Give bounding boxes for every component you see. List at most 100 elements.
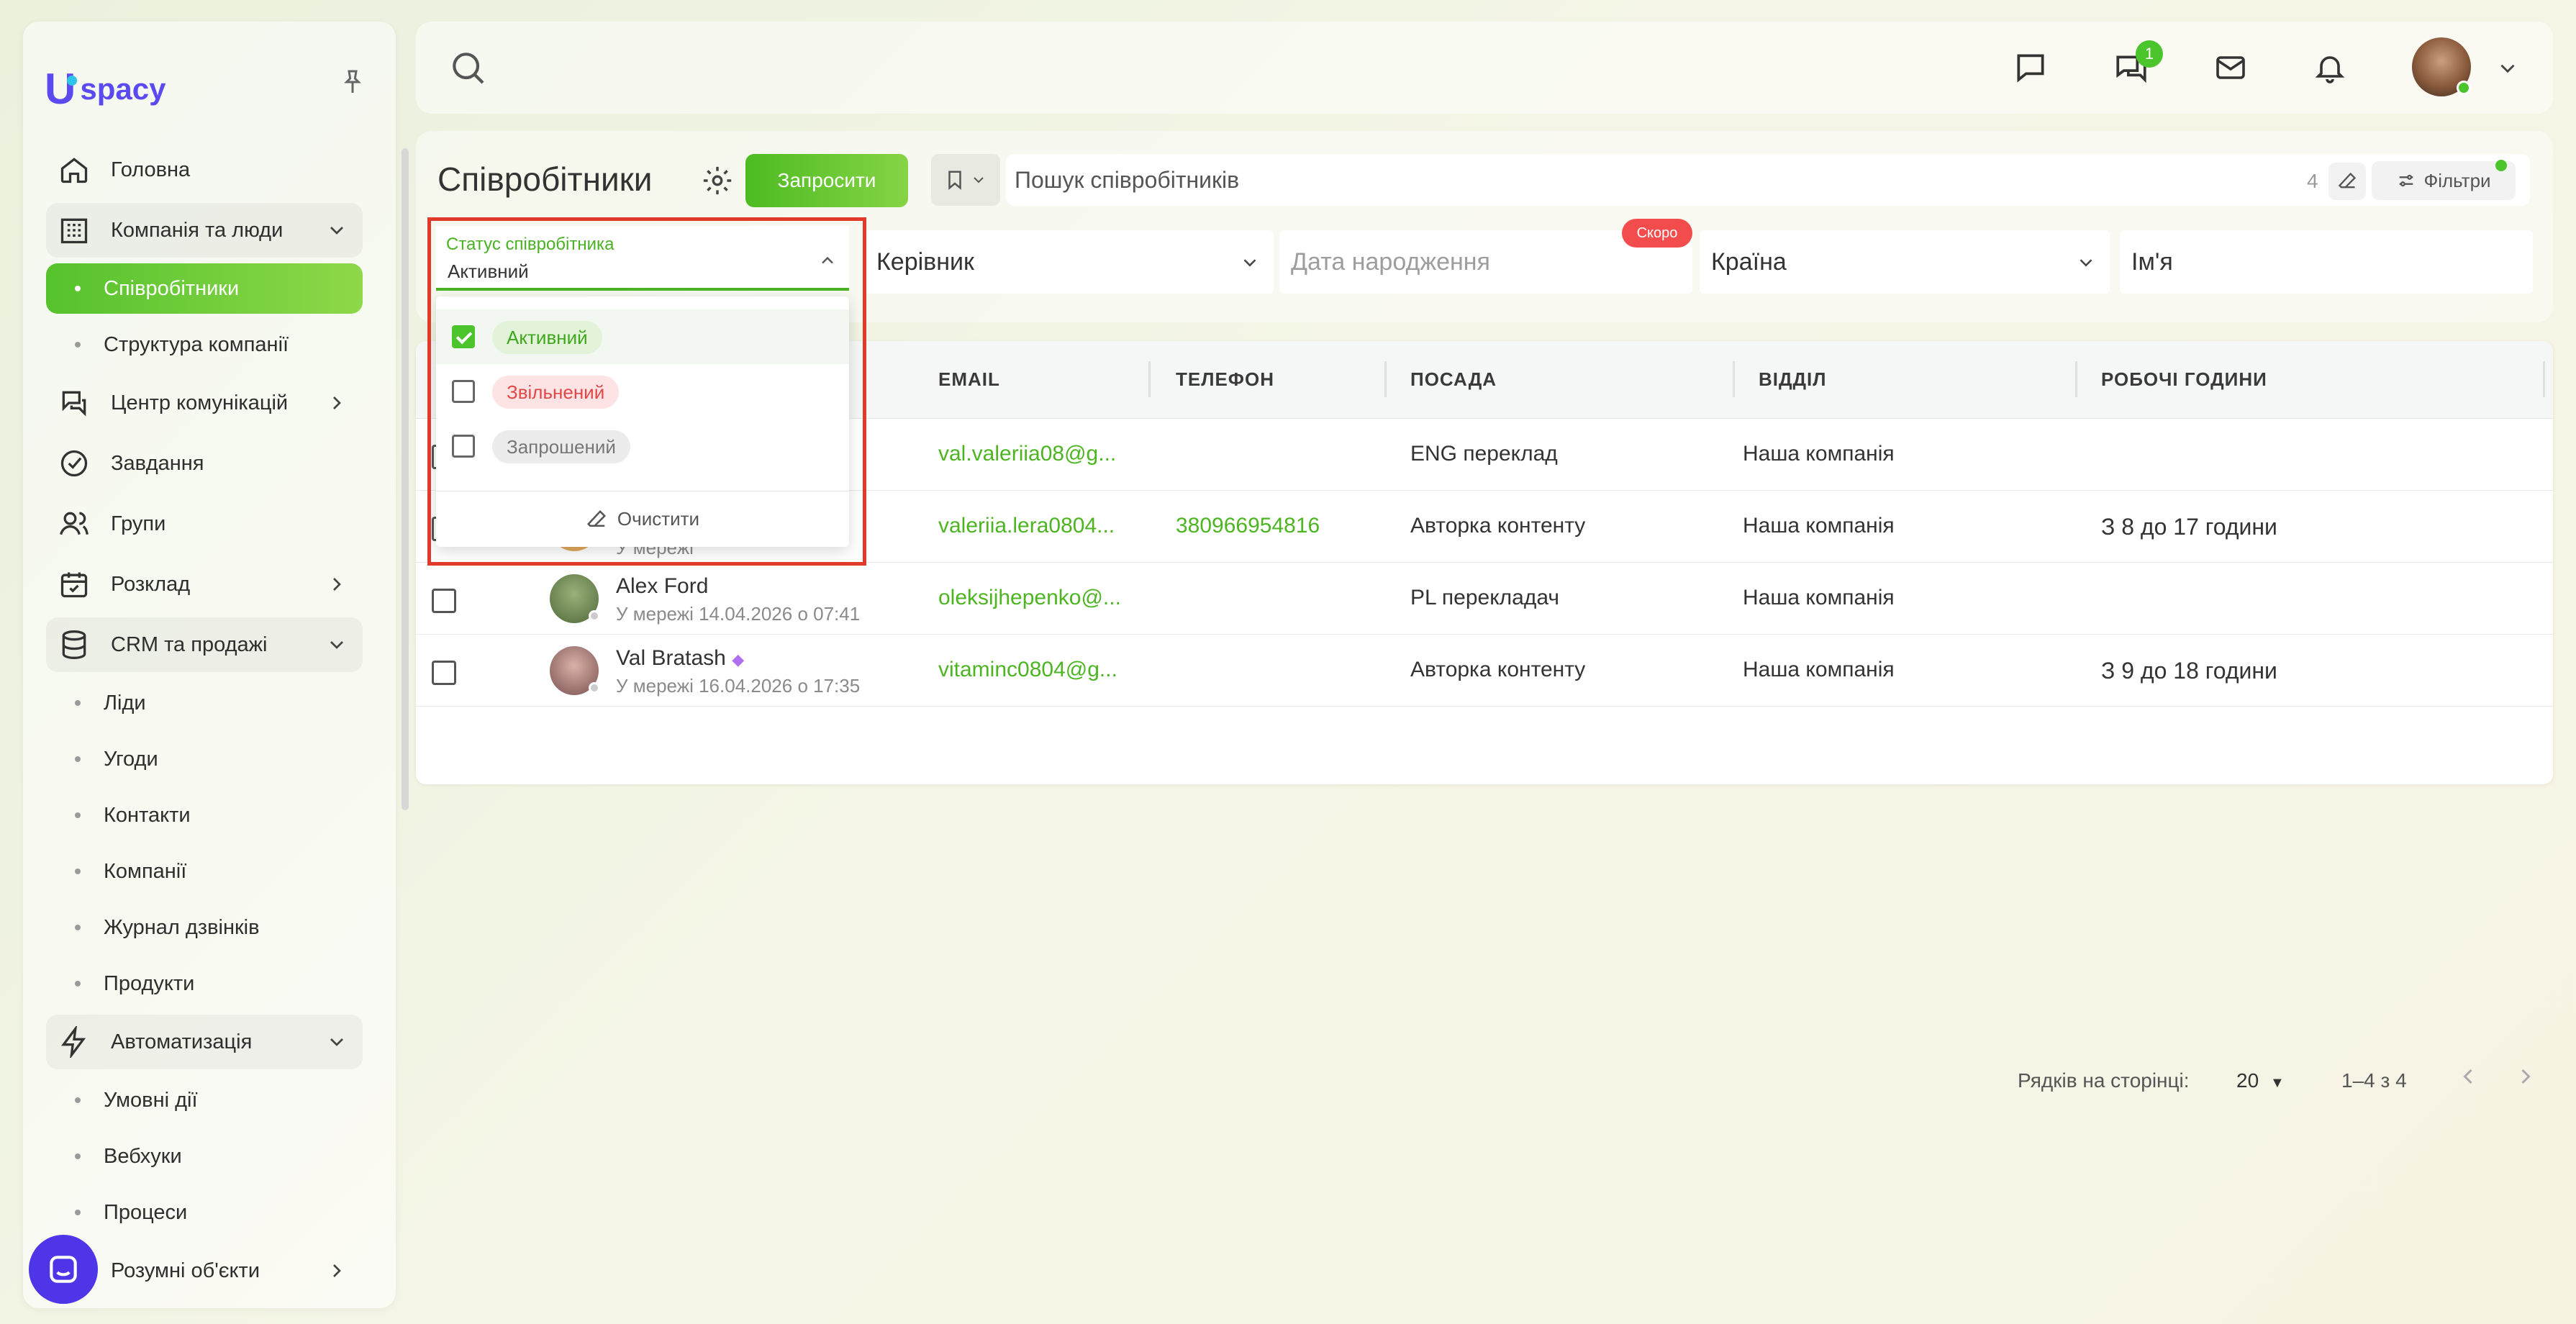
sidebar-item-schedule[interactable]: Розклад [46,557,363,612]
sidebar-item-leads[interactable]: Ліди [46,678,363,728]
lightning-icon [58,1025,91,1058]
clear-search-button[interactable] [2328,163,2366,200]
sidebar-item-contacts[interactable]: Контакти [46,790,363,840]
search-icon[interactable] [448,47,488,88]
sidebar-item-label: Групи [111,512,166,535]
search-input[interactable]: Пошук співробітників [1015,167,1239,194]
sidebar-item-label: Автоматизація [111,1030,253,1053]
sidebar-item-label: Структура компанії [104,332,289,356]
sliders-icon [2400,174,2413,187]
column-header-position[interactable]: ПОСАДА [1410,368,1497,391]
bell-icon[interactable] [2308,46,2351,89]
chevron-right-icon [2521,1069,2531,1084]
email-cell[interactable]: vitaminc0804@g... [938,658,1117,682]
sidebar-item-home[interactable]: Головна [46,142,363,197]
country-filter[interactable]: Країна [1700,230,2110,294]
rows-per-page-label: Рядків на сторінці: [2018,1069,2190,1092]
mail-icon[interactable] [2209,46,2252,89]
email-cell[interactable]: valeriia.lera0804... [938,514,1115,538]
row-checkbox[interactable] [432,661,456,685]
sidebar-item-companies[interactable]: Компанії [46,846,363,897]
chat-icon [50,1256,77,1283]
calendar-icon [58,568,91,601]
eraser-icon [2338,172,2357,189]
sidebar: U spacy Головна Компанія та люди Співроб… [23,22,409,1308]
work-hours-cell: З 9 до 18 години [2101,658,2277,684]
column-header-phone[interactable]: ТЕЛЕФОН [1176,368,1274,391]
department-cell: Наша компанія [1743,514,1895,538]
sidebar-item-label: Контакти [104,803,191,827]
chevron-down-icon[interactable] [2495,56,2520,81]
email-cell[interactable]: oleksijhepenko@... [938,586,1121,610]
name-filter[interactable]: Ім'я [2120,230,2533,294]
rows-per-page-select[interactable]: 20 ▼ [2236,1069,2285,1092]
users-icon [58,507,91,540]
gear-icon[interactable] [701,164,734,197]
employee-name[interactable]: Alex Ford [616,574,708,599]
chevron-right-icon [333,578,341,591]
next-page-button[interactable] [2513,1064,2539,1094]
chat-count-badge: 1 [2136,40,2163,68]
pin-icon[interactable] [338,68,367,96]
sidebar-item-tasks[interactable]: Завдання [46,436,363,491]
sidebar-item-label: Журнал дзвінків [104,915,260,939]
avatar[interactable] [550,574,600,623]
sidebar-item-company-structure[interactable]: Структура компанії [46,319,363,370]
chevron-down-icon [1243,259,1256,267]
position-cell: Авторка контенту [1410,658,1586,681]
sidebar-nav: Головна Компанія та люди Співробітники С… [46,142,363,1304]
sidebar-item-employees[interactable]: Співробітники [46,263,363,314]
employee-search-field[interactable]: Пошук співробітників 4 Фільтри [1006,154,2530,206]
sidebar-item-webhooks[interactable]: Вебхуки [46,1131,363,1182]
filters-label: Фільтри [2423,169,2491,191]
diamond-icon: ◆ [732,650,745,668]
sidebar-item-products[interactable]: Продукти [46,958,363,1009]
chats-icon[interactable]: 1 [2110,40,2163,89]
chevron-down-icon [330,641,343,649]
sidebar-item-processes[interactable]: Процеси [46,1187,363,1238]
sidebar-item-conditional-actions[interactable]: Умовні дії [46,1075,363,1125]
filters-button[interactable]: Фільтри [2372,160,2516,200]
manager-filter[interactable]: Керівник [865,230,1274,294]
invite-button[interactable]: Запросити [745,154,908,207]
user-avatar[interactable] [2412,37,2471,96]
sidebar-item-automation[interactable]: Автоматизація [46,1015,363,1069]
support-chat-button[interactable] [29,1235,98,1304]
sidebar-item-company[interactable]: Компанія та люди [46,203,363,258]
sidebar-item-crm[interactable]: CRM та продажі [46,617,363,672]
sidebar-item-label: Розумні об'єкти [111,1259,260,1282]
phone-cell[interactable]: 380966954816 [1176,514,1320,538]
avatar[interactable] [550,646,600,695]
sidebar-item-label: Співробітники [104,276,240,300]
email-cell[interactable]: val.valeriia08@g... [938,442,1116,466]
column-header-department[interactable]: ВІДДІЛ [1759,368,1827,391]
messages-icon[interactable] [2009,46,2052,89]
chevron-down-icon [330,227,343,235]
sidebar-item-groups[interactable]: Групи [46,496,363,551]
check-circle-icon [58,447,91,480]
sidebar-item-label: Компанії [104,859,187,883]
row-checkbox[interactable] [432,589,456,613]
column-header-email[interactable]: EMAIL [938,368,1000,391]
prev-page-button[interactable] [2455,1064,2481,1094]
department-cell: Наша компанія [1743,658,1895,681]
column-header-work-hours[interactable]: РОБОЧІ ГОДИНИ [2101,368,2267,391]
sidebar-item-call-log[interactable]: Журнал дзвінків [46,902,363,953]
department-cell: Наша компанія [1743,586,1895,609]
sidebar-item-deals[interactable]: Угоди [46,734,363,784]
employee-name[interactable]: Val Bratash ◆ [616,646,744,671]
sidebar-item-label: Ліди [104,691,146,715]
sidebar-item-label: Процеси [104,1200,188,1224]
sidebar-item-communications[interactable]: Центр комунікацій [46,376,363,430]
sidebar-scrollbar[interactable] [402,148,409,810]
sidebar-item-label: Угоди [104,747,158,771]
department-cell: Наша компанія [1743,442,1895,466]
saved-filters-button[interactable] [931,154,1000,206]
uspacy-logo[interactable]: U spacy [45,68,165,111]
table-row[interactable]: Val Bratash ◆ У мережі 16.04.2026 о 17:3… [416,635,2553,707]
home-icon [58,153,91,186]
page-title: Співробітники [437,160,653,198]
chat-bubbles-icon [58,386,91,420]
table-row[interactable]: Alex Ford У мережі 14.04.2026 о 07:41 ol… [416,563,2553,635]
work-hours-cell: З 8 до 17 години [2101,514,2277,540]
